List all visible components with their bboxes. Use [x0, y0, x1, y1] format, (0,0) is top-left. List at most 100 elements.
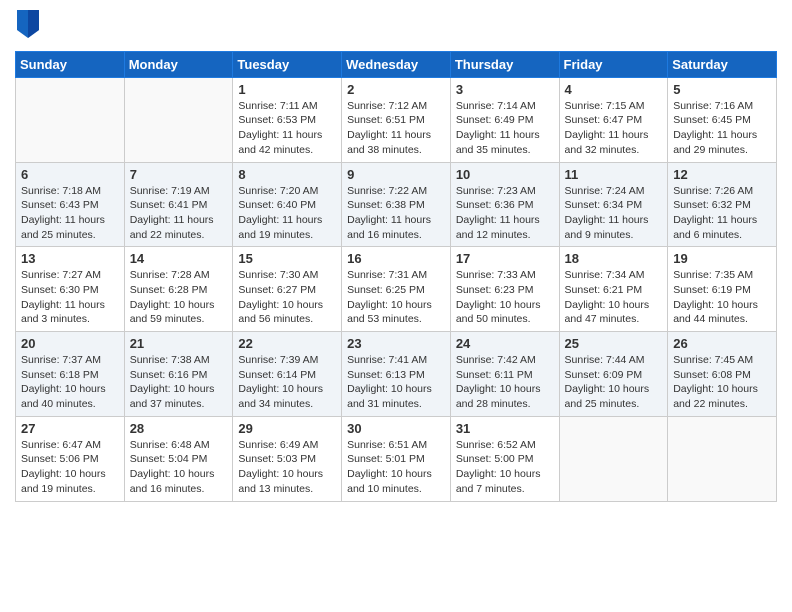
- day-number: 20: [21, 336, 119, 351]
- weekday-header-wednesday: Wednesday: [342, 51, 451, 77]
- day-number: 1: [238, 82, 336, 97]
- day-info: Sunrise: 6:52 AM Sunset: 5:00 PM Dayligh…: [456, 438, 554, 497]
- day-cell: 30 Sunrise: 6:51 AM Sunset: 5:01 PM Dayli…: [342, 416, 451, 501]
- day-info: Sunrise: 7:31 AM Sunset: 6:25 PM Dayligh…: [347, 268, 445, 327]
- day-number: 24: [456, 336, 554, 351]
- day-number: 3: [456, 82, 554, 97]
- day-info: Sunrise: 7:14 AM Sunset: 6:49 PM Dayligh…: [456, 99, 554, 158]
- header: [15, 10, 777, 43]
- day-info: Sunrise: 7:27 AM Sunset: 6:30 PM Dayligh…: [21, 268, 119, 327]
- logo: [15, 10, 39, 43]
- week-row-3: 13 Sunrise: 7:27 AM Sunset: 6:30 PM Dayli…: [16, 247, 777, 332]
- day-info: Sunrise: 7:24 AM Sunset: 6:34 PM Dayligh…: [565, 184, 663, 243]
- day-info: Sunrise: 7:22 AM Sunset: 6:38 PM Dayligh…: [347, 184, 445, 243]
- day-cell: 16 Sunrise: 7:31 AM Sunset: 6:25 PM Dayli…: [342, 247, 451, 332]
- day-cell: 21 Sunrise: 7:38 AM Sunset: 6:16 PM Dayli…: [124, 332, 233, 417]
- logo-icon: [17, 10, 39, 38]
- day-info: Sunrise: 7:20 AM Sunset: 6:40 PM Dayligh…: [238, 184, 336, 243]
- day-number: 25: [565, 336, 663, 351]
- day-number: 4: [565, 82, 663, 97]
- day-info: Sunrise: 7:45 AM Sunset: 6:08 PM Dayligh…: [673, 353, 771, 412]
- day-cell: 9 Sunrise: 7:22 AM Sunset: 6:38 PM Daylig…: [342, 162, 451, 247]
- day-number: 18: [565, 251, 663, 266]
- day-number: 19: [673, 251, 771, 266]
- day-cell: 1 Sunrise: 7:11 AM Sunset: 6:53 PM Daylig…: [233, 77, 342, 162]
- day-number: 9: [347, 167, 445, 182]
- day-cell: 17 Sunrise: 7:33 AM Sunset: 6:23 PM Dayli…: [450, 247, 559, 332]
- day-cell: 22 Sunrise: 7:39 AM Sunset: 6:14 PM Dayli…: [233, 332, 342, 417]
- day-cell: 5 Sunrise: 7:16 AM Sunset: 6:45 PM Daylig…: [668, 77, 777, 162]
- day-cell: 6Sunrise: 7:18 AM Sunset: 6:43 PM Daylig…: [16, 162, 125, 247]
- day-number: 27: [21, 421, 119, 436]
- day-info: Sunrise: 7:12 AM Sunset: 6:51 PM Dayligh…: [347, 99, 445, 158]
- day-cell: 7Sunrise: 7:19 AM Sunset: 6:41 PM Daylig…: [124, 162, 233, 247]
- day-cell: 13 Sunrise: 7:27 AM Sunset: 6:30 PM Dayli…: [16, 247, 125, 332]
- day-info: Sunrise: 7:30 AM Sunset: 6:27 PM Dayligh…: [238, 268, 336, 327]
- day-cell: 24 Sunrise: 7:42 AM Sunset: 6:11 PM Dayli…: [450, 332, 559, 417]
- weekday-header-row: SundayMondayTuesdayWednesdayThursdayFrid…: [16, 51, 777, 77]
- day-cell: 19 Sunrise: 7:35 AM Sunset: 6:19 PM Dayli…: [668, 247, 777, 332]
- day-info: Sunrise: 6:51 AM Sunset: 5:01 PM Dayligh…: [347, 438, 445, 497]
- day-info: Sunrise: 6:47 AM Sunset: 5:06 PM Dayligh…: [21, 438, 119, 497]
- day-number: 12: [673, 167, 771, 182]
- day-number: 16: [347, 251, 445, 266]
- weekday-header-monday: Monday: [124, 51, 233, 77]
- day-cell: [668, 416, 777, 501]
- day-number: 2: [347, 82, 445, 97]
- week-row-1: 1 Sunrise: 7:11 AM Sunset: 6:53 PM Daylig…: [16, 77, 777, 162]
- day-number: 8: [238, 167, 336, 182]
- day-number: 11: [565, 167, 663, 182]
- day-cell: 2 Sunrise: 7:12 AM Sunset: 6:51 PM Daylig…: [342, 77, 451, 162]
- day-cell: 18Sunrise: 7:34 AM Sunset: 6:21 PM Dayli…: [559, 247, 668, 332]
- day-cell: 25 Sunrise: 7:44 AM Sunset: 6:09 PM Dayli…: [559, 332, 668, 417]
- week-row-4: 20Sunrise: 7:37 AM Sunset: 6:18 PM Dayli…: [16, 332, 777, 417]
- day-number: 29: [238, 421, 336, 436]
- day-number: 15: [238, 251, 336, 266]
- day-info: Sunrise: 6:48 AM Sunset: 5:04 PM Dayligh…: [130, 438, 228, 497]
- day-number: 13: [21, 251, 119, 266]
- weekday-header-saturday: Saturday: [668, 51, 777, 77]
- day-number: 23: [347, 336, 445, 351]
- day-number: 21: [130, 336, 228, 351]
- day-number: 17: [456, 251, 554, 266]
- day-info: Sunrise: 7:18 AM Sunset: 6:43 PM Dayligh…: [21, 184, 119, 243]
- day-info: Sunrise: 7:15 AM Sunset: 6:47 PM Dayligh…: [565, 99, 663, 158]
- day-info: Sunrise: 7:38 AM Sunset: 6:16 PM Dayligh…: [130, 353, 228, 412]
- weekday-header-friday: Friday: [559, 51, 668, 77]
- day-cell: 20Sunrise: 7:37 AM Sunset: 6:18 PM Dayli…: [16, 332, 125, 417]
- day-number: 14: [130, 251, 228, 266]
- day-info: Sunrise: 7:26 AM Sunset: 6:32 PM Dayligh…: [673, 184, 771, 243]
- day-cell: 10Sunrise: 7:23 AM Sunset: 6:36 PM Dayli…: [450, 162, 559, 247]
- weekday-header-sunday: Sunday: [16, 51, 125, 77]
- day-cell: [559, 416, 668, 501]
- day-cell: 3 Sunrise: 7:14 AM Sunset: 6:49 PM Daylig…: [450, 77, 559, 162]
- day-info: Sunrise: 7:39 AM Sunset: 6:14 PM Dayligh…: [238, 353, 336, 412]
- day-number: 31: [456, 421, 554, 436]
- day-number: 22: [238, 336, 336, 351]
- day-cell: [124, 77, 233, 162]
- day-number: 30: [347, 421, 445, 436]
- day-cell: 29 Sunrise: 6:49 AM Sunset: 5:03 PM Dayli…: [233, 416, 342, 501]
- day-number: 5: [673, 82, 771, 97]
- day-info: Sunrise: 7:41 AM Sunset: 6:13 PM Dayligh…: [347, 353, 445, 412]
- day-cell: 14Sunrise: 7:28 AM Sunset: 6:28 PM Dayli…: [124, 247, 233, 332]
- day-cell: 26Sunrise: 7:45 AM Sunset: 6:08 PM Dayli…: [668, 332, 777, 417]
- day-info: Sunrise: 7:16 AM Sunset: 6:45 PM Dayligh…: [673, 99, 771, 158]
- day-cell: 28 Sunrise: 6:48 AM Sunset: 5:04 PM Dayli…: [124, 416, 233, 501]
- day-info: Sunrise: 7:44 AM Sunset: 6:09 PM Dayligh…: [565, 353, 663, 412]
- day-info: Sunrise: 7:35 AM Sunset: 6:19 PM Dayligh…: [673, 268, 771, 327]
- day-number: 10: [456, 167, 554, 182]
- day-cell: 15 Sunrise: 7:30 AM Sunset: 6:27 PM Dayli…: [233, 247, 342, 332]
- day-cell: 12 Sunrise: 7:26 AM Sunset: 6:32 PM Dayli…: [668, 162, 777, 247]
- logo-text: [15, 10, 39, 43]
- day-info: Sunrise: 7:11 AM Sunset: 6:53 PM Dayligh…: [238, 99, 336, 158]
- day-cell: 4 Sunrise: 7:15 AM Sunset: 6:47 PM Daylig…: [559, 77, 668, 162]
- day-number: 28: [130, 421, 228, 436]
- day-info: Sunrise: 7:42 AM Sunset: 6:11 PM Dayligh…: [456, 353, 554, 412]
- weekday-header-tuesday: Tuesday: [233, 51, 342, 77]
- week-row-5: 27 Sunrise: 6:47 AM Sunset: 5:06 PM Dayli…: [16, 416, 777, 501]
- day-info: Sunrise: 6:49 AM Sunset: 5:03 PM Dayligh…: [238, 438, 336, 497]
- main-container: SundayMondayTuesdayWednesdayThursdayFrid…: [0, 0, 792, 517]
- day-number: 7: [130, 167, 228, 182]
- day-info: Sunrise: 7:33 AM Sunset: 6:23 PM Dayligh…: [456, 268, 554, 327]
